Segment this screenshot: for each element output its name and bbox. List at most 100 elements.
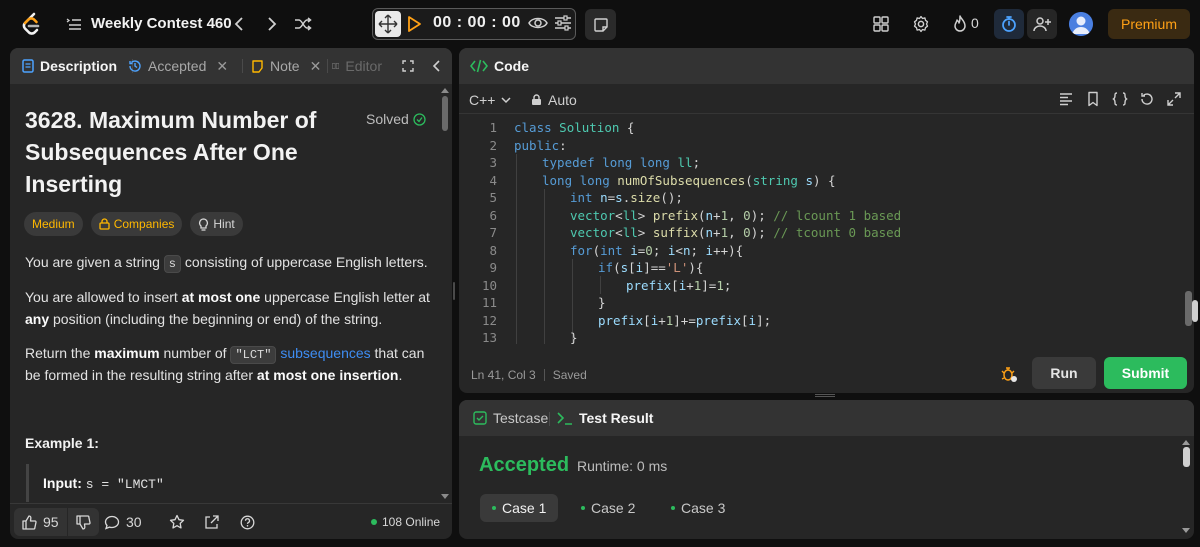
hint-tag[interactable]: Hint xyxy=(190,212,243,236)
case-tab-1[interactable]: Case 1 xyxy=(480,494,559,522)
scrollbar[interactable] xyxy=(1183,447,1190,467)
tab-test-result-label: Test Result xyxy=(579,410,654,426)
comment-icon xyxy=(104,515,120,530)
prev-arrow-icon[interactable] xyxy=(229,14,249,34)
format-icon[interactable] xyxy=(1058,91,1074,107)
tab-accepted[interactable]: Accepted ✕ xyxy=(128,57,228,75)
leetcode-logo[interactable] xyxy=(20,12,42,36)
code-editor[interactable]: 1 class Solution {2 public: 3 typedef long l… xyxy=(459,119,1194,345)
contest-title[interactable]: Weekly Contest 460 xyxy=(91,15,232,32)
online-count: 108 Online xyxy=(371,515,440,529)
description-paragraph: You are given a string s consisting of u… xyxy=(25,251,430,273)
tab-description[interactable]: Description xyxy=(22,57,117,75)
expand-icon[interactable] xyxy=(400,58,416,74)
code-line[interactable]: 5 int n=s.size(); xyxy=(459,189,1194,207)
braces-icon[interactable] xyxy=(1112,91,1128,107)
reset-icon[interactable] xyxy=(1139,91,1155,107)
horizontal-resize-handle[interactable] xyxy=(815,394,835,397)
history-icon xyxy=(129,60,141,72)
line-number: 3 xyxy=(489,155,497,170)
stopwatch-icon[interactable] xyxy=(994,9,1024,39)
star-icon[interactable] xyxy=(169,513,185,531)
dislike-button[interactable] xyxy=(68,508,99,536)
add-user-icon[interactable] xyxy=(1027,9,1057,39)
scrollbar[interactable] xyxy=(442,96,448,131)
fullscreen-icon[interactable] xyxy=(1166,91,1182,107)
case-tab-2[interactable]: Case 2 xyxy=(569,494,647,522)
settings-icon[interactable] xyxy=(911,14,931,34)
scroll-down-icon[interactable] xyxy=(1182,528,1190,533)
code-line[interactable]: 3 typedef long long ll; xyxy=(459,154,1194,172)
text: You are allowed to insert xyxy=(25,289,182,305)
tab-divider xyxy=(242,59,243,73)
companies-tag[interactable]: Companies xyxy=(90,212,183,236)
like-button[interactable]: 95 xyxy=(14,508,67,536)
inline-code: s xyxy=(163,255,181,273)
code-line[interactable]: 4 long long numOfSubsequences(string s) { xyxy=(459,172,1194,190)
code-line[interactable]: 6 vector<ll> prefix(n+1, 0); // lcount 1 … xyxy=(459,207,1194,225)
scroll-up-icon[interactable] xyxy=(441,88,449,93)
code-line[interactable]: 11} xyxy=(459,294,1194,312)
lock-icon xyxy=(99,218,110,230)
comments-button[interactable]: 30 xyxy=(104,513,142,531)
timer-settings-icon[interactable] xyxy=(554,15,572,33)
debug-icon[interactable] xyxy=(1000,365,1018,383)
code-line[interactable]: 7 vector<ll> suffix(n+1, 0); // tcount 0 … xyxy=(459,224,1194,242)
scroll-down-icon[interactable] xyxy=(441,494,449,499)
scrollbar[interactable] xyxy=(1185,291,1192,326)
help-icon[interactable] xyxy=(240,513,255,531)
auto-mode[interactable]: Auto xyxy=(531,92,577,108)
submit-button[interactable]: Submit xyxy=(1104,357,1187,389)
avatar[interactable] xyxy=(1069,12,1093,36)
example-input: Input: s = "LMCT" xyxy=(43,475,164,492)
description-paragraph: You are allowed to insert at most one up… xyxy=(25,286,430,330)
like-group: 95 xyxy=(14,508,99,536)
problem-list-icon[interactable] xyxy=(66,16,82,32)
play-icon[interactable] xyxy=(405,15,423,33)
vertical-resize-handle[interactable] xyxy=(453,282,455,300)
subsequences-link[interactable]: subsequences xyxy=(280,345,370,361)
page-scrollbar[interactable] xyxy=(1192,300,1198,322)
move-icon[interactable] xyxy=(375,11,401,37)
code-line[interactable]: 8 for(int i=0; i<n; i++){ xyxy=(459,242,1194,260)
code-line[interactable]: 1 class Solution { xyxy=(459,119,1194,137)
bookmark-icon[interactable] xyxy=(1085,91,1101,107)
note-icon[interactable] xyxy=(585,9,616,40)
code-line[interactable]: 9 if(s[i]=='L'){ xyxy=(459,259,1194,277)
code-text: class Solution { xyxy=(514,120,635,135)
tab-note[interactable]: Note ✕ xyxy=(251,57,321,75)
code-text: prefix[i+1]+=prefix[i]; xyxy=(598,312,772,328)
eye-icon[interactable] xyxy=(528,15,548,33)
layout-icon[interactable] xyxy=(871,14,891,34)
scroll-up-icon[interactable] xyxy=(1182,440,1190,445)
tab-test-result[interactable]: Test Result xyxy=(557,410,653,426)
top-bar: Weekly Contest 460 00 : 00 : 00 0 Premiu… xyxy=(0,0,1200,48)
lightbulb-icon xyxy=(199,217,209,231)
code-line[interactable]: 2 public: xyxy=(459,137,1194,155)
code-line[interactable]: 10 prefix[i+1]=1; xyxy=(459,277,1194,295)
close-icon[interactable]: ✕ xyxy=(310,58,322,75)
language-select[interactable]: C++ xyxy=(469,92,511,108)
premium-button[interactable]: Premium xyxy=(1108,9,1190,39)
tab-testcase[interactable]: Testcase xyxy=(473,410,548,426)
run-button[interactable]: Run xyxy=(1032,357,1096,389)
case-label: Case 3 xyxy=(681,500,726,516)
shuffle-icon[interactable] xyxy=(293,14,313,34)
text: position (including the beginning or end… xyxy=(49,311,383,327)
collapse-icon[interactable] xyxy=(428,58,444,74)
code-line[interactable]: 12 prefix[i+1]+=prefix[i]; xyxy=(459,312,1194,330)
next-arrow-icon[interactable] xyxy=(262,14,282,34)
book-icon xyxy=(332,63,340,69)
tab-editor[interactable]: Editor xyxy=(332,57,382,75)
tab-editor-label: Editor xyxy=(345,58,382,74)
code-tab[interactable]: Code xyxy=(470,58,529,74)
page-title[interactable]: 3628. Maximum Number of Subsequences Aft… xyxy=(25,104,340,200)
close-icon[interactable]: ✕ xyxy=(216,58,228,75)
code-icon xyxy=(470,59,488,73)
case-tab-3[interactable]: Case 3 xyxy=(659,494,737,522)
share-icon[interactable] xyxy=(204,513,219,531)
fire-icon[interactable] xyxy=(950,14,970,34)
code-line[interactable]: 13} xyxy=(459,329,1194,345)
bold-text: at most one xyxy=(181,289,261,305)
solved-status: Solved xyxy=(366,111,426,127)
